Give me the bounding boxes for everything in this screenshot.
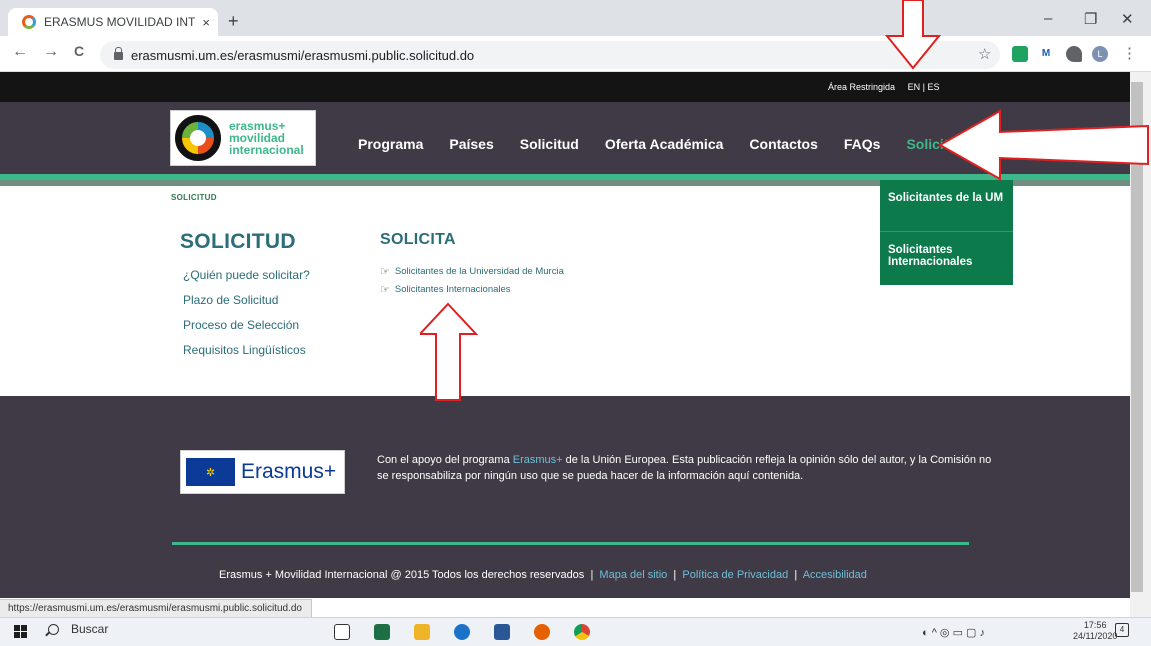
sidebar-link-requisitos[interactable]: Requisitos Lingüísticos: [183, 343, 306, 357]
breadcrumb[interactable]: Solicitud: [171, 193, 217, 202]
footer-divider: [172, 542, 969, 545]
address-bar[interactable]: erasmusmi.um.es/erasmusmi/erasmusmi.publ…: [100, 41, 1000, 69]
minimize-button[interactable]: –: [1044, 10, 1052, 27]
firefox-icon[interactable]: [534, 624, 550, 640]
eu-erasmus-logo: ✲ Erasmus+: [180, 450, 345, 494]
footer-disclaimer: Con el apoyo del programa Erasmus+ de la…: [377, 452, 997, 484]
excel-icon[interactable]: [374, 624, 390, 640]
taskbar-search[interactable]: Buscar: [48, 622, 108, 636]
nav-faqs[interactable]: FAQs: [844, 136, 881, 152]
notifications-icon[interactable]: 4: [1115, 623, 1129, 637]
sidebar-link-plazo[interactable]: Plazo de Solicitud: [183, 293, 278, 307]
restricted-area-link[interactable]: Área Restringida: [828, 82, 895, 92]
nav-paises[interactable]: Países: [449, 136, 493, 152]
bookmark-star-icon[interactable]: ☆: [978, 45, 991, 63]
footer-sep: |: [794, 569, 798, 581]
disclaimer-part-1: Con el apoyo del programa: [377, 454, 513, 466]
extension-shield-icon[interactable]: [1012, 46, 1028, 62]
footer-link-accesibilidad[interactable]: Accesibilidad: [803, 569, 867, 581]
app-icon[interactable]: [454, 624, 470, 640]
back-button[interactable]: ←: [12, 43, 28, 61]
erasmus-ring-icon: [175, 115, 221, 161]
extensions-puzzle-icon[interactable]: [1066, 46, 1082, 62]
new-tab-button[interactable]: +: [228, 12, 239, 30]
dropdown-item-internacionales[interactable]: Solicitantes Internacionales: [880, 232, 1013, 284]
close-window-button[interactable]: ✕: [1121, 10, 1134, 28]
sidebar-link-quien[interactable]: ¿Quién puede solicitar?: [183, 268, 310, 282]
nav-solicitud[interactable]: Solicitud: [520, 136, 579, 152]
taskbar-clock[interactable]: 17:56 24/11/2020: [1073, 620, 1117, 642]
annotation-arrow-up-icon: [420, 302, 479, 401]
logo-line-3: internacional: [229, 143, 304, 157]
chrome-icon[interactable]: [574, 624, 590, 640]
site-footer: [0, 396, 1130, 598]
footer-sep: |: [590, 569, 594, 581]
lock-icon: [114, 47, 123, 60]
profile-avatar[interactable]: L: [1092, 46, 1108, 62]
tab-title: ERASMUS MOVILIDAD INTERNA(: [44, 15, 196, 29]
link-solicitantes-um[interactable]: ☞ Solicitantes de la Universidad de Murc…: [380, 265, 564, 278]
site-top-bar: [0, 72, 1130, 102]
lang-es-link[interactable]: ES: [927, 82, 939, 92]
task-view-icon[interactable]: [334, 624, 350, 640]
windows-start-icon[interactable]: [14, 625, 27, 638]
taskbar-search-label: Buscar: [71, 622, 109, 636]
file-explorer-icon[interactable]: [414, 624, 430, 640]
footer-copyright-line: Erasmus + Movilidad Internacional @ 2015…: [219, 569, 867, 581]
link-solicitantes-um-label: Solicitantes de la Universidad de Murcia: [394, 266, 564, 277]
footer-sep: |: [673, 569, 677, 581]
nav-programa[interactable]: Programa: [358, 136, 423, 152]
site-logo[interactable]: erasmus+ movilidad internacional: [170, 110, 316, 166]
footer-link-privacidad[interactable]: Política de Privacidad: [682, 569, 788, 581]
eu-flag-icon: ✲: [186, 458, 235, 486]
top-links: Área Restringida EN | ES: [828, 82, 939, 92]
copyright-text: Erasmus + Movilidad Internacional @ 2015…: [219, 569, 585, 581]
url-text: erasmusmi.um.es/erasmusmi/erasmusmi.publ…: [131, 47, 475, 63]
solicita-dropdown: Solicitantes de la UM Solicitantes Inter…: [880, 180, 1013, 285]
extension-m-icon[interactable]: M: [1038, 46, 1054, 62]
pointing-hand-icon: ☞: [380, 266, 390, 278]
nav-contactos[interactable]: Contactos: [749, 136, 817, 152]
erasmus-plus-link[interactable]: Erasmus+: [513, 454, 563, 466]
pointing-hand-icon: ☞: [380, 284, 390, 296]
status-url-bubble: https://erasmusmi.um.es/erasmusmi/erasmu…: [0, 599, 312, 617]
search-icon: [48, 623, 59, 635]
maximize-button[interactable]: ❐: [1084, 10, 1097, 28]
browser-menu-icon[interactable]: ⋮: [1122, 44, 1137, 62]
clock-time: 17:56: [1083, 620, 1107, 630]
word-icon[interactable]: [494, 624, 510, 640]
lang-en-link[interactable]: EN: [908, 82, 921, 92]
browser-tab[interactable]: ERASMUS MOVILIDAD INTERNA( ×: [8, 8, 218, 36]
footer-link-mapa[interactable]: Mapa del sitio: [599, 569, 667, 581]
forward-button[interactable]: →: [43, 43, 59, 61]
reload-button[interactable]: C: [74, 43, 84, 59]
tab-close-icon[interactable]: ×: [202, 15, 210, 30]
main-nav: Programa Países Solicitud Oferta Académi…: [358, 136, 956, 152]
annotation-arrow-down-icon: [885, 0, 942, 70]
nav-oferta-academica[interactable]: Oferta Académica: [605, 136, 724, 152]
sidebar-title: SOLICITUD: [180, 230, 296, 253]
clock-date: 24/11/2020: [1073, 631, 1118, 641]
site-favicon-icon: [22, 15, 36, 29]
lang-separator: |: [922, 82, 925, 92]
link-solicitantes-internacionales[interactable]: ☞ Solicitantes Internacionales: [380, 283, 511, 296]
eu-logo-text: Erasmus+: [241, 460, 337, 483]
sidebar-link-proceso[interactable]: Proceso de Selección: [183, 318, 299, 332]
annotation-arrow-left-icon: [938, 109, 1149, 181]
dropdown-item-um[interactable]: Solicitantes de la UM: [880, 180, 1013, 232]
system-tray-icons[interactable]: ◐ ^ ◎ ▭ ▢ ♪: [922, 626, 985, 639]
page-title: SOLICITA: [380, 231, 456, 248]
link-solicitantes-internacionales-label: Solicitantes Internacionales: [394, 284, 511, 295]
